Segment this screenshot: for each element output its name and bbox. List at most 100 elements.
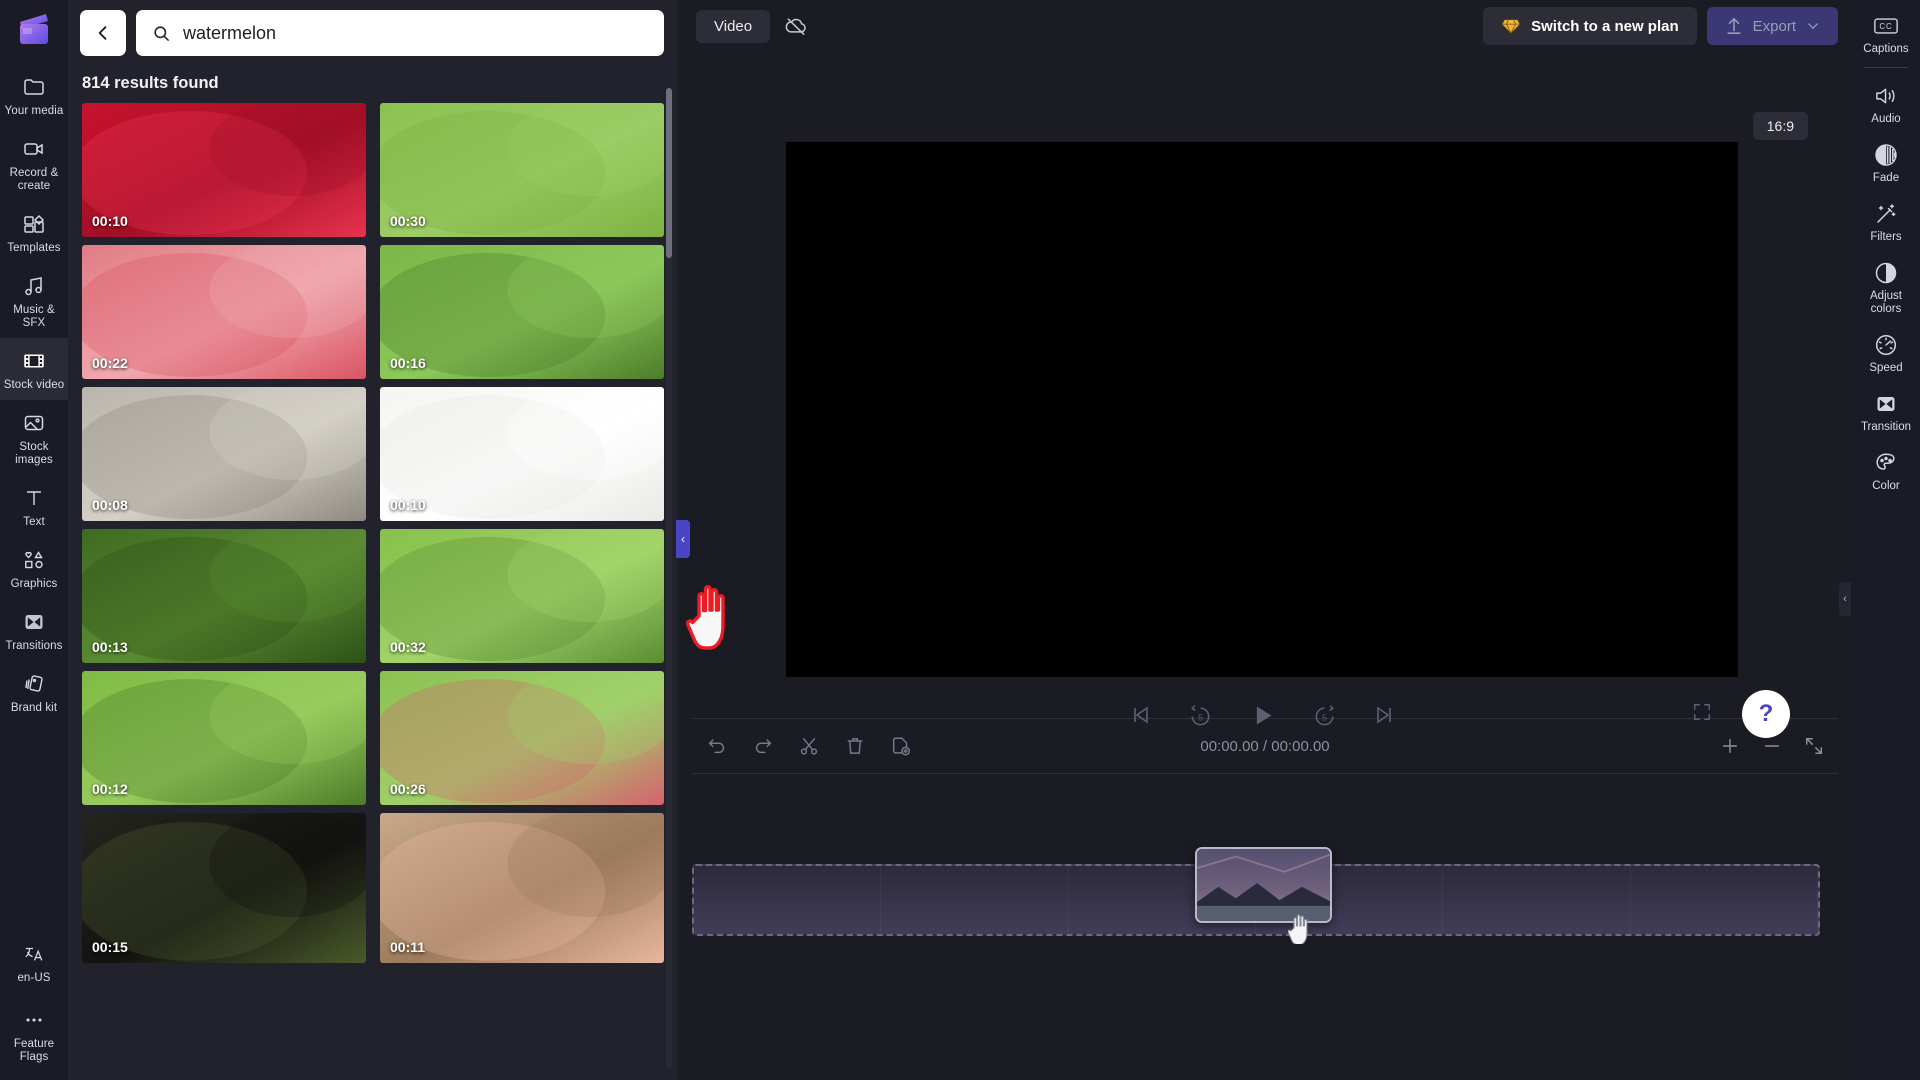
- right-item-audio[interactable]: Audio: [1852, 74, 1920, 133]
- clipchamp-logo-icon: [13, 8, 55, 50]
- sidebar-item-transitions[interactable]: Transitions: [0, 599, 68, 661]
- right-item-transition[interactable]: Transition: [1852, 382, 1920, 441]
- video-duration: 00:11: [390, 939, 426, 955]
- timeline-frame: [1443, 866, 1631, 934]
- stock-video-card[interactable]: 00:16: [380, 245, 664, 379]
- right-item-fade[interactable]: Fade: [1852, 133, 1920, 192]
- panel-search-row: [68, 0, 678, 62]
- zoom-out-button[interactable]: [1762, 736, 1782, 756]
- stock-video-card[interactable]: 00:10: [380, 387, 664, 521]
- shapes-icon: [21, 547, 47, 573]
- stock-video-card[interactable]: 00:26: [380, 671, 664, 805]
- right-rail-divider: [1864, 67, 1908, 68]
- right-sidebar: CC Captions Audio Fade Filters Adjust co…: [1852, 0, 1920, 1080]
- export-button[interactable]: Export: [1706, 7, 1838, 45]
- back-button[interactable]: [80, 10, 126, 56]
- sidebar-item-feature-flags[interactable]: Feature Flags: [0, 997, 68, 1072]
- video-preview-canvas[interactable]: [786, 142, 1738, 677]
- left-sidebar: Your media Record & create Templates Mus…: [0, 0, 68, 1080]
- video-duration: 00:12: [92, 781, 128, 797]
- sidebar-item-your-media[interactable]: Your media: [0, 64, 68, 126]
- results-grid-wrapper: 00:10 00:30 00:22 00:16 00:08 00:10 00:13 00:32…: [68, 103, 678, 1080]
- timeline-area[interactable]: Drag & drop videos here: [678, 774, 1852, 1080]
- video-duration: 00:26: [390, 781, 426, 797]
- tab-video[interactable]: Video: [696, 9, 771, 43]
- sidebar-item-stock-images[interactable]: Stock images: [0, 400, 68, 475]
- hand-pointer-cursor: [685, 580, 743, 652]
- sidebar-item-language[interactable]: en-US: [0, 931, 68, 993]
- timeline-toolbar: 00:00.00 / 00:00.00: [678, 719, 1852, 773]
- film-strip-icon: [21, 348, 47, 374]
- captions-cc-icon: CC: [1873, 13, 1899, 39]
- search-input[interactable]: [183, 22, 648, 44]
- chevron-left-icon: ‹: [681, 532, 685, 546]
- sidebar-label: Brand kit: [10, 702, 58, 714]
- right-item-captions[interactable]: CC Captions: [1852, 4, 1920, 63]
- sidebar-item-templates[interactable]: Templates: [0, 201, 68, 263]
- top-toolbar-right: Switch to a new plan Export: [1483, 7, 1838, 45]
- zoom-in-button[interactable]: [1720, 736, 1740, 756]
- transition-icon: [21, 609, 47, 635]
- stock-video-card[interactable]: 00:11: [380, 813, 664, 963]
- sidebar-label: Text: [23, 516, 45, 528]
- sidebar-item-graphics[interactable]: Graphics: [0, 537, 68, 599]
- right-item-speed[interactable]: Speed: [1852, 323, 1920, 382]
- right-panel-collapse-handle[interactable]: ‹: [1839, 582, 1851, 616]
- panel-collapse-handle[interactable]: ‹: [676, 520, 690, 558]
- video-duration: 00:10: [390, 497, 426, 513]
- stock-video-card[interactable]: 00:32: [380, 529, 664, 663]
- sidebar-label: Stock images: [15, 441, 53, 466]
- video-duration: 00:22: [92, 355, 128, 371]
- fit-timeline-button[interactable]: [1804, 736, 1824, 756]
- undo-button[interactable]: [706, 735, 728, 757]
- split-button[interactable]: [798, 735, 820, 757]
- sidebar-item-stock-video[interactable]: Stock video: [0, 338, 68, 400]
- music-note-icon: [21, 273, 47, 299]
- duplicate-button[interactable]: [890, 735, 912, 757]
- right-item-label: Captions: [1863, 43, 1909, 55]
- results-grid: 00:10 00:30 00:22 00:16 00:08 00:10 00:13 00:32…: [82, 103, 664, 963]
- ellipsis-icon: [21, 1007, 47, 1033]
- timeline-frame: [1631, 866, 1818, 934]
- video-duration: 00:13: [92, 639, 128, 655]
- stock-video-card[interactable]: 00:22: [82, 245, 366, 379]
- speaker-icon: [1873, 83, 1899, 109]
- stock-video-card[interactable]: 00:30: [380, 103, 664, 237]
- sidebar-label: Record & create: [9, 167, 59, 192]
- image-icon: [21, 410, 47, 436]
- brand-kit-icon: [21, 671, 47, 697]
- sidebar-item-record-create[interactable]: Record & create: [0, 126, 68, 201]
- stock-video-card[interactable]: 00:08: [82, 387, 366, 521]
- search-box[interactable]: [136, 10, 664, 56]
- right-item-filters[interactable]: Filters: [1852, 192, 1920, 251]
- results-count: 814 results found: [82, 74, 219, 92]
- video-camera-icon: [21, 136, 47, 162]
- cloud-offline-icon[interactable]: [784, 16, 808, 36]
- sidebar-item-text[interactable]: Text: [0, 475, 68, 537]
- left-sidebar-items: Your media Record & create Templates Mus…: [0, 64, 68, 723]
- left-sidebar-bottom: en-US Feature Flags: [0, 931, 68, 1072]
- sidebar-item-brand-kit[interactable]: Brand kit: [0, 661, 68, 723]
- right-item-label: Adjust colors: [1870, 290, 1902, 315]
- video-duration: 00:32: [390, 639, 426, 655]
- right-item-color[interactable]: Color: [1852, 441, 1920, 500]
- video-duration: 00:08: [92, 497, 128, 513]
- switch-plan-button[interactable]: Switch to a new plan: [1483, 7, 1697, 45]
- sidebar-item-music-sfx[interactable]: Music & SFX: [0, 263, 68, 338]
- switch-plan-label: Switch to a new plan: [1531, 17, 1679, 35]
- sidebar-label: Music & SFX: [13, 304, 55, 329]
- stock-video-card[interactable]: 00:15: [82, 813, 366, 963]
- stock-video-card[interactable]: 00:10: [82, 103, 366, 237]
- right-item-label: Speed: [1869, 362, 1903, 374]
- language-icon: [21, 941, 47, 967]
- stock-video-card[interactable]: 00:12: [82, 671, 366, 805]
- aspect-ratio-selector[interactable]: 16:9: [1752, 112, 1808, 140]
- upload-arrow-icon: [1725, 16, 1743, 36]
- delete-button[interactable]: [844, 735, 866, 757]
- search-icon: [152, 24, 171, 43]
- redo-button[interactable]: [752, 735, 774, 757]
- right-item-adjust-colors[interactable]: Adjust colors: [1852, 251, 1920, 323]
- panel-scrollbar-thumb[interactable]: [666, 88, 672, 258]
- diamond-icon: [1501, 17, 1521, 35]
- stock-video-card[interactable]: 00:13: [82, 529, 366, 663]
